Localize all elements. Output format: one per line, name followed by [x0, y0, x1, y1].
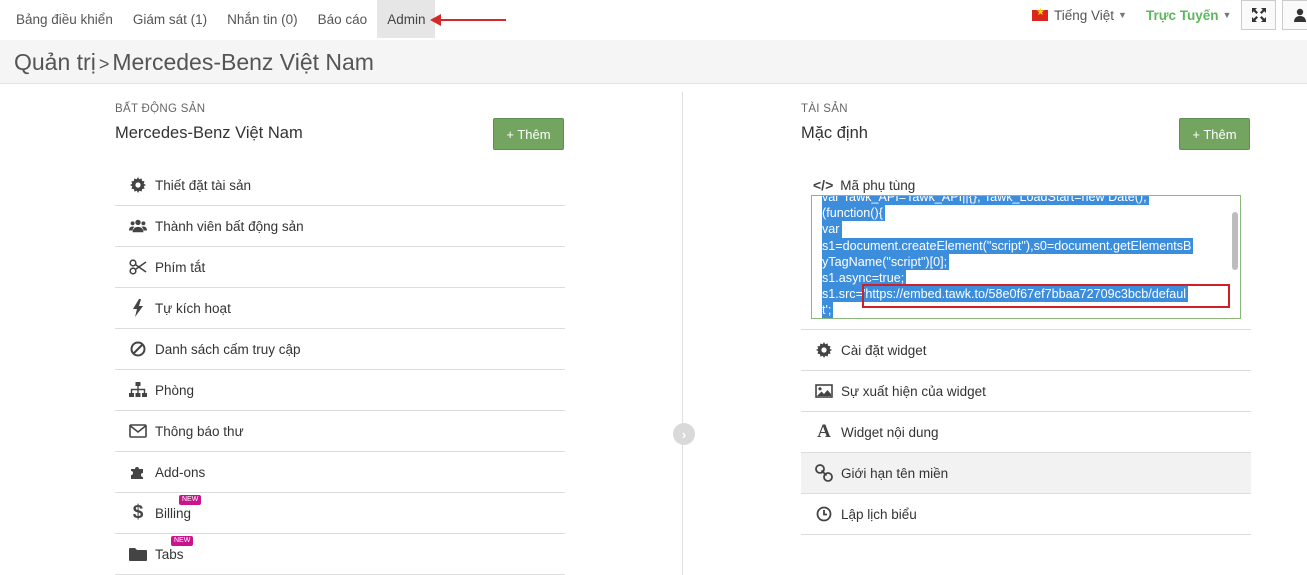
code-line: var Tawk_API=Tawk_API||{}, Tawk_LoadStar… [822, 196, 1149, 206]
sitemap-icon [129, 381, 147, 399]
menu-item-label: Giới hạn tên miền [841, 465, 949, 481]
tab-monitoring[interactable]: Giám sát (1) [123, 0, 217, 38]
code-line: s1=document.createElement("script"),s0=d… [822, 237, 1194, 254]
page-title: Quản trị > Mercedes-Benz Việt Nam [14, 49, 374, 76]
dollar-icon: $ [132, 502, 144, 523]
breadcrumb-current: Mercedes-Benz Việt Nam [112, 49, 374, 75]
fullscreen-button[interactable] [1241, 0, 1276, 30]
new-badge: NEW [179, 495, 202, 505]
asset-name: Mặc định [801, 124, 868, 142]
menu-item-tabs[interactable]: Tabs NEW [115, 534, 565, 575]
bolt-icon [129, 299, 147, 317]
asset-menu: Cài đặt widget Sự xuất hiện của widget A… [801, 329, 1251, 535]
menu-item-label: Sự xuất hiện của widget [841, 383, 986, 399]
menu-item-label: Add-ons [155, 464, 206, 480]
menu-item-property-settings[interactable]: Thiết đặt tài sản [115, 165, 565, 206]
menu-item-label: Thiết đặt tài sản [155, 177, 252, 193]
menu-item-label: Thông báo thư [155, 423, 244, 439]
image-icon [815, 382, 833, 400]
menu-item-departments[interactable]: Phòng [115, 370, 565, 411]
expand-icon [1251, 8, 1266, 22]
chevron-down-icon: ▼ [1222, 10, 1232, 20]
font-icon: A [817, 421, 831, 442]
menu-item-scheduler[interactable]: Lập lịch biểu [801, 494, 1251, 535]
menu-item-mail-notifications[interactable]: Thông báo thư [115, 411, 565, 452]
new-badge: NEW [171, 536, 194, 546]
code-line: var [822, 221, 842, 238]
chevron-right-circle-icon[interactable]: › [673, 423, 695, 445]
add-property-button[interactable]: + Thêm [493, 118, 564, 150]
widget-code-title: </> Mã phụ tùng [813, 177, 915, 193]
gear-icon [815, 341, 833, 359]
property-section-label: BẤT ĐỘNG SẢN [115, 103, 206, 115]
tab-dashboard[interactable]: Bảng điều khiển [6, 0, 123, 38]
menu-item-domain-restriction[interactable]: Giới hạn tên miền [801, 453, 1251, 494]
language-selector[interactable]: Tiếng Việt ▼ [1032, 0, 1127, 30]
menu-item-label: Billing [155, 505, 192, 521]
tab-messaging[interactable]: Nhắn tin (0) [217, 0, 308, 38]
user-icon [1293, 8, 1306, 22]
clock-icon [815, 505, 833, 523]
code-line: (function(){ [822, 205, 885, 222]
menu-item-widget-content[interactable]: A Widget nội dung [801, 412, 1251, 453]
gear-icon [129, 176, 147, 194]
menu-item-ban-list[interactable]: Danh sách cấm truy cập [115, 329, 565, 370]
breadcrumb-root[interactable]: Quản trị [14, 49, 96, 75]
nav-tabs: Bảng điều khiển Giám sát (1) Nhắn tin (0… [6, 0, 436, 38]
vietnam-flag-icon [1032, 7, 1048, 21]
code-icon: </> [813, 177, 834, 193]
menu-item-widget-settings[interactable]: Cài đặt widget [801, 330, 1251, 371]
language-label: Tiếng Việt [1054, 7, 1115, 23]
menu-item-widget-appearance[interactable]: Sự xuất hiện của widget [801, 371, 1251, 412]
code-line: yTagName("script")[0]; [822, 253, 950, 270]
scissors-icon [129, 258, 147, 276]
menu-item-add-ons[interactable]: Add-ons [115, 452, 565, 493]
chevron-right-icon: > [98, 54, 110, 74]
annotation-arrow [430, 14, 506, 26]
column-divider [682, 92, 683, 575]
menu-item-label: Phím tắt [155, 259, 206, 275]
status-label: Trực Tuyến [1146, 7, 1219, 23]
code-line: t'; [822, 302, 834, 318]
menu-item-label: Tự kích hoạt [155, 300, 231, 316]
menu-item-label: Widget nội dung [841, 424, 939, 440]
envelope-icon [129, 422, 147, 440]
title-bar: Quản trị > Mercedes-Benz Việt Nam [0, 40, 1307, 84]
widget-code-label: Mã phụ tùng [840, 177, 916, 193]
menu-item-label: Thành viên bất động sản [155, 218, 304, 234]
menu-item-billing[interactable]: $ Billing NEW [115, 493, 565, 534]
add-asset-button[interactable]: + Thêm [1179, 118, 1250, 150]
chevron-down-icon: ▼ [1118, 10, 1127, 20]
users-icon [129, 217, 147, 235]
status-selector[interactable]: Trực Tuyến ▼ [1146, 0, 1231, 30]
menu-item-label: Danh sách cấm truy cập [155, 341, 301, 357]
menu-item-label: Phòng [155, 382, 195, 398]
property-menu: Thiết đặt tài sản Thành viên bất động sả… [115, 165, 565, 575]
menu-item-shortcuts[interactable]: Phím tắt [115, 247, 565, 288]
top-nav: Bảng điều khiển Giám sát (1) Nhắn tin (0… [0, 0, 1307, 40]
ban-icon [129, 340, 147, 358]
tab-reports[interactable]: Báo cáo [308, 0, 378, 38]
menu-item-property-members[interactable]: Thành viên bất động sản [115, 206, 565, 247]
user-menu-button[interactable] [1282, 0, 1307, 30]
tab-admin[interactable]: Admin [377, 0, 436, 38]
menu-item-triggers[interactable]: Tự kích hoạt [115, 288, 565, 329]
menu-item-label: Cài đặt widget [841, 342, 927, 358]
url-annotation-box [862, 284, 1230, 308]
property-name: Mercedes-Benz Việt Nam [115, 124, 303, 142]
menu-item-label: Lập lịch biểu [841, 506, 917, 522]
link-icon [815, 464, 833, 482]
menu-item-label: Tabs [155, 546, 184, 562]
asset-section-label: TÀI SẢN [801, 103, 848, 115]
folder-icon [129, 545, 147, 563]
puzzle-icon [129, 463, 147, 481]
code-scrollbar[interactable] [1232, 212, 1238, 270]
